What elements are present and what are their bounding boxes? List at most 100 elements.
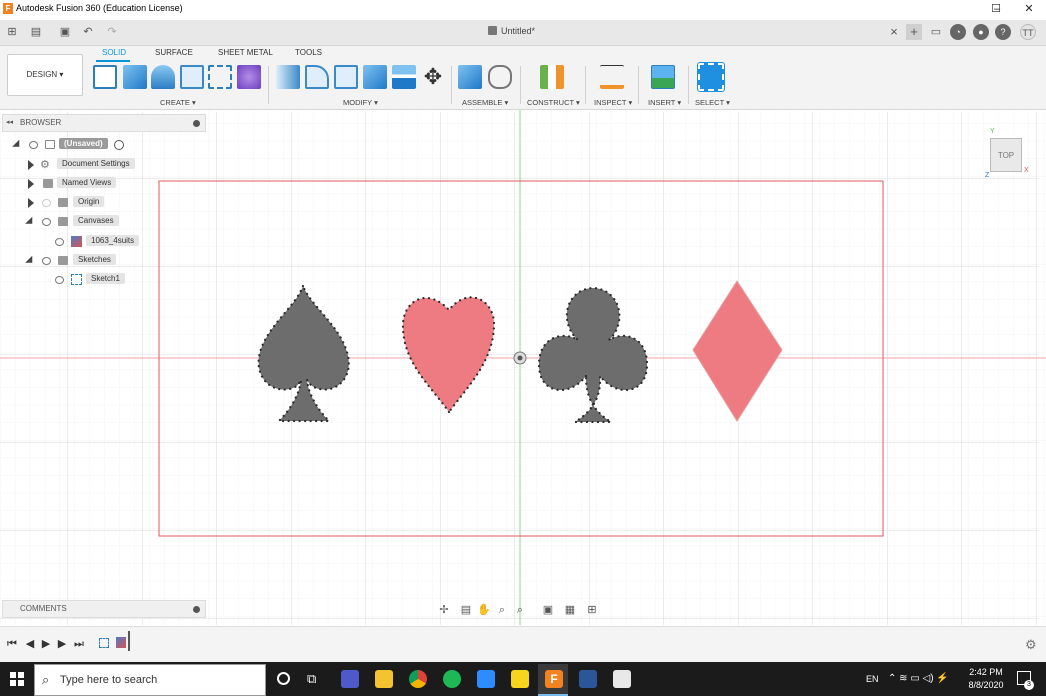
viewcube[interactable]: TOP: [990, 138, 1022, 172]
select-icon[interactable]: [697, 62, 725, 92]
joint-icon[interactable]: [488, 65, 512, 89]
user-avatar[interactable]: TT: [1020, 24, 1036, 40]
zoom-app-icon[interactable]: [477, 670, 495, 688]
undo-icon[interactable]: ↶: [80, 24, 96, 40]
select-menu[interactable]: SELECT ▾: [695, 98, 730, 107]
taskbar-search-box[interactable]: ⌕ Type here to search: [34, 664, 266, 696]
spotify-icon[interactable]: [443, 670, 461, 688]
activate-radio-icon[interactable]: [114, 140, 124, 150]
orbit-icon[interactable]: ✢: [436, 602, 452, 618]
language-indicator[interactable]: EN: [866, 674, 879, 684]
maximize-button[interactable]: ☐: [981, 0, 1011, 18]
inspect-menu[interactable]: INSPECT ▾: [594, 98, 632, 107]
document-tab[interactable]: Untitled*: [488, 26, 535, 36]
close-tab-button[interactable]: ×: [886, 24, 902, 40]
construct-menu[interactable]: CONSTRUCT ▾: [527, 98, 580, 107]
new-tab-button[interactable]: +: [906, 24, 922, 40]
tab-solid[interactable]: SOLID: [102, 48, 126, 57]
browser-options-icon[interactable]: [193, 120, 200, 127]
apps-grid-icon[interactable]: ⊞: [4, 24, 20, 40]
create-sketch-icon[interactable]: [93, 65, 117, 89]
word-icon[interactable]: [579, 670, 597, 688]
step-back-icon[interactable]: ◀: [24, 637, 36, 651]
zoom-icon[interactable]: ⌕: [494, 602, 510, 618]
browser-row-named-views[interactable]: Named Views: [0, 176, 206, 193]
display-settings-icon[interactable]: ▣: [540, 602, 556, 618]
timeline-marker[interactable]: [128, 631, 130, 651]
go-to-end-icon[interactable]: ⏭: [73, 637, 85, 651]
timeline-canvas-icon[interactable]: [116, 637, 126, 648]
go-to-start-icon[interactable]: ⏮: [6, 637, 18, 651]
combine-icon[interactable]: [363, 65, 387, 89]
create-form-icon[interactable]: [237, 65, 261, 89]
new-component-icon[interactable]: [458, 65, 482, 89]
expand-icon[interactable]: [28, 198, 34, 208]
measure-icon[interactable]: [600, 65, 624, 89]
teams-icon[interactable]: [341, 670, 359, 688]
hidden-eye-icon[interactable]: [42, 199, 51, 207]
browser-row-canvases[interactable]: Canvases: [0, 214, 206, 231]
move-copy-icon[interactable]: ✥: [421, 65, 445, 89]
notifications-icon[interactable]: ▭: [928, 24, 944, 40]
help-icon[interactable]: ?: [995, 24, 1011, 40]
browser-row-document-settings[interactable]: ⚙ Document Settings: [0, 157, 206, 174]
expand-icon[interactable]: [12, 139, 23, 151]
browser-panel-header[interactable]: ◂◂ BROWSER: [2, 114, 206, 132]
expand-icon[interactable]: [25, 255, 36, 267]
redo-icon[interactable]: ↷: [104, 24, 120, 40]
revolve-icon[interactable]: [151, 65, 175, 89]
split-body-icon[interactable]: [392, 65, 416, 89]
expand-icon[interactable]: [28, 160, 34, 170]
visibility-eye-icon[interactable]: [55, 238, 64, 246]
chrome-icon[interactable]: [409, 670, 427, 688]
create-menu[interactable]: CREATE ▾: [160, 98, 196, 107]
extrude-icon[interactable]: [123, 65, 147, 89]
browser-row-origin[interactable]: Origin: [0, 195, 206, 212]
grid-settings-icon[interactable]: ▦: [562, 602, 578, 618]
look-at-icon[interactable]: ▤: [458, 602, 474, 618]
visibility-eye-icon[interactable]: [29, 141, 38, 149]
tab-sheet-metal[interactable]: SHEET METAL: [218, 48, 273, 57]
task-view-icon[interactable]: ⧉: [307, 671, 316, 687]
insert-canvas-icon[interactable]: [651, 65, 675, 89]
shell-icon[interactable]: [334, 65, 358, 89]
comments-panel-header[interactable]: COMMENTS: [2, 600, 206, 618]
play-icon[interactable]: ▶: [40, 637, 52, 651]
viewports-icon[interactable]: ⊞: [584, 602, 600, 618]
cortana-icon[interactable]: [277, 672, 290, 685]
file-explorer-icon[interactable]: [375, 670, 393, 688]
clock-time[interactable]: 2:42 PM: [969, 667, 1003, 677]
browser-root-row[interactable]: (Unsaved): [0, 137, 206, 154]
clock-date[interactable]: 8/8/2020: [966, 680, 1006, 690]
fillet-icon[interactable]: [305, 65, 329, 89]
press-pull-icon[interactable]: [276, 65, 300, 89]
visibility-eye-icon[interactable]: [42, 218, 51, 226]
file-menu-icon[interactable]: ▤: [28, 24, 44, 40]
notepad-icon[interactable]: [613, 670, 631, 688]
hole-icon[interactable]: [180, 65, 204, 89]
tab-surface[interactable]: SURFACE: [155, 48, 193, 57]
system-tray-icons[interactable]: ⌃ ≋ ▭ ◁) ⚡: [888, 673, 949, 684]
job-status-icon[interactable]: ◔: [950, 24, 966, 40]
offset-plane-icon[interactable]: [540, 65, 564, 89]
browser-row-sketches[interactable]: Sketches: [0, 253, 206, 270]
timeline-settings-gear-icon[interactable]: ⚙: [1025, 637, 1037, 653]
visibility-eye-icon[interactable]: [42, 257, 51, 265]
pan-icon[interactable]: ✋: [476, 602, 492, 618]
tab-tools[interactable]: TOOLS: [295, 48, 322, 57]
collapse-browser-icon[interactable]: ◂◂: [6, 118, 13, 126]
expand-icon[interactable]: [28, 179, 34, 189]
notification-center-icon[interactable]: ●: [973, 24, 989, 40]
step-forward-icon[interactable]: ▶: [56, 637, 68, 651]
assemble-menu[interactable]: ASSEMBLE ▾: [462, 98, 508, 107]
sticky-notes-icon[interactable]: [511, 670, 529, 688]
timeline-sketch-icon[interactable]: [99, 638, 109, 648]
save-icon[interactable]: ▣: [57, 24, 73, 40]
browser-row-canvas-image[interactable]: 1063_4suits: [0, 234, 206, 251]
expand-icon[interactable]: [25, 216, 36, 228]
modify-menu[interactable]: MODIFY ▾: [343, 98, 378, 107]
fit-icon[interactable]: ⌕: [512, 602, 528, 618]
visibility-eye-icon[interactable]: [55, 276, 64, 284]
windows-start-icon[interactable]: [10, 672, 24, 686]
pattern-icon[interactable]: [208, 65, 232, 89]
